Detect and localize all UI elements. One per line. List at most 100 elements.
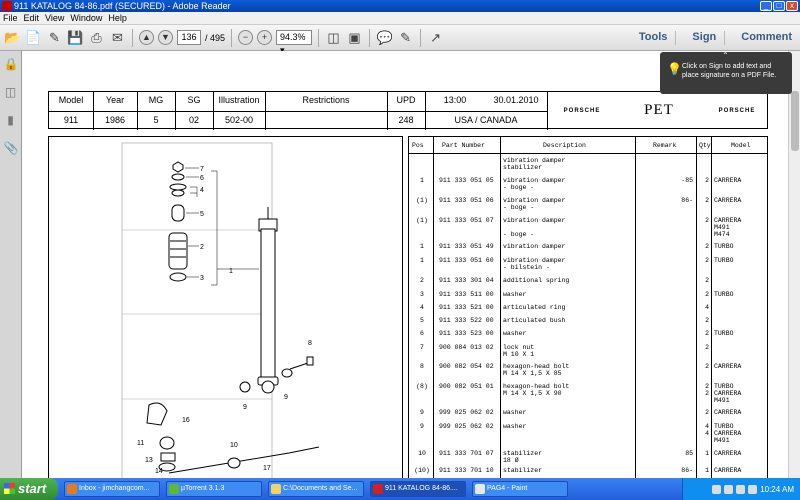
cell-part-number: 911 333 522 00 xyxy=(439,317,494,324)
cell-qty: 2 xyxy=(705,197,709,204)
taskbar-item-paint[interactable]: PAG4 - Paint xyxy=(472,481,568,497)
cell-description: articulated ring xyxy=(503,304,566,311)
cell-model: CARRERA xyxy=(714,363,742,370)
maximize-button[interactable]: □ xyxy=(773,1,785,11)
cell-description: articulated bush xyxy=(503,317,566,324)
taskbar-item-katalog[interactable]: 911 KATALOG 84-86.... xyxy=(370,481,466,497)
taskbar-item-utorrent[interactable]: µTorrent 3.1.3 xyxy=(166,481,262,497)
vertical-scrollbar[interactable] xyxy=(788,51,800,478)
cell-qty: 2 xyxy=(705,217,709,224)
pet-logo: PET xyxy=(644,102,674,118)
cell-part-number: 911 333 701 07 xyxy=(439,450,494,457)
cell-qty: 2 xyxy=(705,291,709,298)
cell-model: CARRERA xyxy=(714,450,742,457)
taskbar-item-inbox[interactable]: Inbox - jimchangcom... xyxy=(64,481,160,497)
taskbar-item-documents[interactable]: C:\Documents and Se... xyxy=(268,481,364,497)
help-icon[interactable] xyxy=(712,484,722,494)
menu-file[interactable]: File xyxy=(3,12,18,24)
zoom-value: 94.3% xyxy=(280,32,306,42)
cell-remark: -85 xyxy=(681,177,693,184)
cell-qty: 2 xyxy=(705,177,709,184)
email-icon[interactable]: ✉ xyxy=(109,29,126,46)
cell-qty: 2 xyxy=(705,317,709,324)
zoom-select[interactable]: 94.3% ▾ xyxy=(276,30,313,55)
next-page-button[interactable]: ▼ xyxy=(158,30,173,45)
cell-part-number: 911 333 521 00 xyxy=(439,304,494,311)
cell-model: TURBO xyxy=(714,257,734,264)
edit-icon[interactable]: ✎ xyxy=(46,29,63,46)
zoom-out-button[interactable]: − xyxy=(238,30,254,45)
cell-pos: (1) xyxy=(416,217,428,224)
page-number-input[interactable]: 136 xyxy=(177,30,201,45)
start-label: start xyxy=(18,481,47,496)
taskbar-item-label: 911 KATALOG 84-86.... xyxy=(385,485,458,492)
cell-model: CARRERA M491 M474 xyxy=(714,217,742,238)
network-icon[interactable] xyxy=(724,484,734,494)
volume-icon[interactable] xyxy=(736,484,746,494)
cell-remark: 86- xyxy=(681,197,693,204)
cell-description: hexagon-head bolt M 14 X 1,5 X 85 xyxy=(503,363,570,377)
cell-part-number: 999 025 062 02 xyxy=(439,409,494,416)
cell-model: TURBO CARRERA M491 xyxy=(714,383,742,404)
attachment-icon[interactable]: 📎 xyxy=(4,141,19,155)
highlight-icon[interactable]: ✎ xyxy=(397,29,414,46)
close-button[interactable]: x xyxy=(786,1,798,11)
cell-pos: (8) xyxy=(416,383,428,390)
print-icon[interactable]: ⎙ xyxy=(88,29,105,46)
menu-view[interactable]: View xyxy=(45,12,64,24)
toolbar-divider xyxy=(675,31,677,45)
menu-help[interactable]: Help xyxy=(108,12,127,24)
start-button[interactable]: start xyxy=(0,478,58,500)
cell-model: CARRERA xyxy=(714,467,742,474)
callout-11: 11 xyxy=(137,440,144,447)
tools-button[interactable]: Tools xyxy=(639,31,668,45)
callout-9b: 9 xyxy=(284,394,288,401)
windows-logo-icon xyxy=(4,483,15,494)
cell-pos: (1) xyxy=(416,197,428,204)
comment-button[interactable]: Comment xyxy=(741,31,792,45)
cell-qty: 1 xyxy=(705,467,709,474)
create-pdf-icon[interactable]: 📄 xyxy=(25,29,42,46)
col-description: Description xyxy=(543,142,586,149)
fit-width-icon[interactable]: ▣ xyxy=(346,29,363,46)
menu-edit[interactable]: Edit xyxy=(24,12,40,24)
taskbar-item-label: µTorrent 3.1.3 xyxy=(181,485,225,492)
zoom-in-button[interactable]: + xyxy=(257,30,273,45)
cell-part-number: 911 333 051 49 xyxy=(439,243,494,250)
menu-window[interactable]: Window xyxy=(70,12,102,24)
fit-page-icon[interactable]: ◫ xyxy=(325,29,342,46)
cell-part-number: 911 333 051 07 xyxy=(439,217,494,224)
sign-button[interactable]: Sign xyxy=(692,31,716,45)
year-label: Year xyxy=(105,95,125,105)
cell-part-number: 911 333 051 05 xyxy=(439,177,494,184)
cell-qty: 2 xyxy=(705,257,709,264)
previous-page-button[interactable]: ▲ xyxy=(139,30,154,45)
adobe-reader-icon xyxy=(2,1,12,11)
pages-icon[interactable]: ◫ xyxy=(4,85,18,99)
security-icon[interactable] xyxy=(748,484,758,494)
open-icon[interactable]: 📂 xyxy=(4,29,21,46)
header-region: USA / CANADA xyxy=(454,115,518,125)
toolbar-divider xyxy=(231,28,233,47)
col-pos: Pos xyxy=(412,142,424,149)
chevron-up-icon[interactable]: ⌃ xyxy=(722,51,729,60)
porsche-logo-left: PORSCHE xyxy=(563,108,601,114)
lock-icon[interactable]: 🔒 xyxy=(4,57,19,71)
upd-label: UPD xyxy=(396,95,416,105)
cell-description: vibration damper - boge - xyxy=(503,197,566,211)
cell-pos: 6 xyxy=(420,330,424,337)
save-icon[interactable]: 💾 xyxy=(67,29,84,46)
parts-table: Pos Part Number Description Remark Qty M… xyxy=(408,136,768,478)
sign-tooltip-text: Click on Sign to add text and place sign… xyxy=(682,63,777,79)
cell-qty: 2 2 xyxy=(705,383,709,397)
comment-bubble-icon[interactable]: 💬 xyxy=(376,29,393,46)
cell-qty: 4 xyxy=(705,304,709,311)
col-part-number: Part Number xyxy=(442,142,485,149)
scrollbar-thumb[interactable] xyxy=(791,91,799,151)
cell-model: TURBO xyxy=(714,291,734,298)
illustration-label: Illustration xyxy=(218,95,260,105)
bookmark-icon[interactable]: ▮ xyxy=(4,113,18,127)
expand-icon[interactable]: ↗ xyxy=(427,29,444,46)
minimize-button[interactable]: _ xyxy=(760,1,772,11)
paint-icon xyxy=(475,484,485,494)
